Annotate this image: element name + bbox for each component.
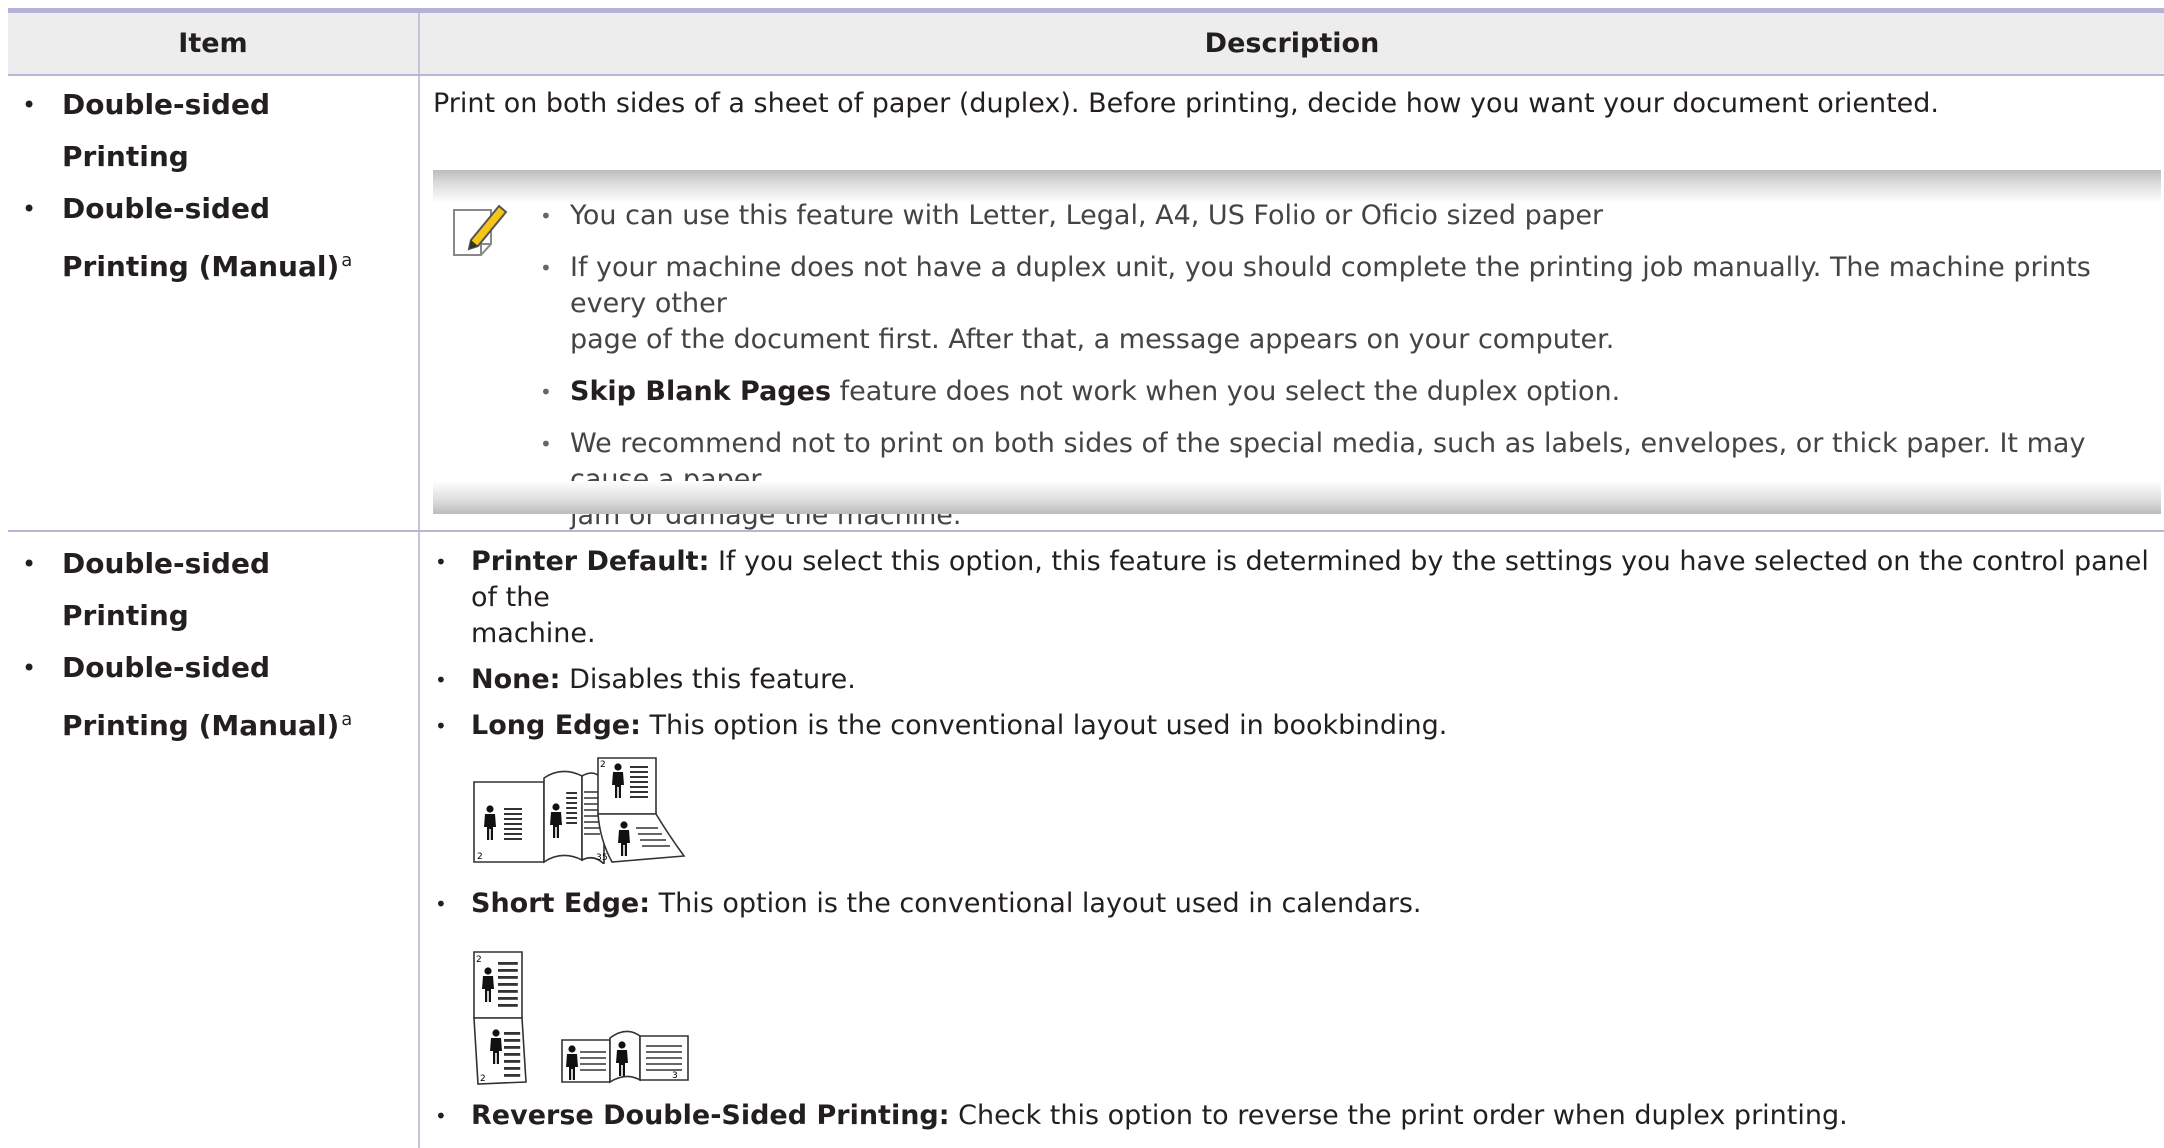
column-divider <box>418 13 420 1148</box>
short-edge-illustration: 2 2 3 <box>473 951 689 1085</box>
footnote-mark: a <box>341 250 353 271</box>
header-rule <box>8 74 2164 76</box>
svg-text:2: 2 <box>476 955 482 965</box>
long-edge-illustration: 2 3 2 5 <box>473 757 686 864</box>
long-edge-open-book-icon: 2 3 <box>473 770 605 864</box>
footnote-mark: a <box>341 709 353 730</box>
option-short-edge: Short Edge: This option is the conventio… <box>433 886 2153 922</box>
document-page: Item Description Double-sided Printing D… <box>0 0 2164 1148</box>
column-header-item: Item <box>8 13 418 74</box>
note-item: If your machine does not have a duplex u… <box>540 250 2160 358</box>
svg-text:5: 5 <box>602 853 608 863</box>
note-item: We recommend not to print on both sides … <box>540 426 2160 534</box>
duplex-options-list-end: Reverse Double-Sided Printing: Check thi… <box>433 1098 2153 1134</box>
duplex-intro-text: Print on both sides of a sheet of paper … <box>433 88 1939 119</box>
row2-item-list: Double-sided Printing Double-sided Print… <box>0 538 400 752</box>
option-printer-default: Printer Default: If you select this opti… <box>433 544 2153 652</box>
short-edge-open-book-icon: 3 <box>561 1030 689 1084</box>
option-none: None: Disables this feature. <box>433 662 2153 698</box>
row1-item-list: Double-sided Printing Double-sided Print… <box>0 79 400 293</box>
long-edge-flip-page-icon: 2 5 <box>597 757 686 863</box>
item-double-sided-printing: Double-sided Printing <box>0 79 400 183</box>
svg-text:2: 2 <box>600 760 606 770</box>
svg-text:3: 3 <box>672 1071 678 1081</box>
svg-text:2: 2 <box>477 852 483 862</box>
short-edge-calendar-flip-icon: 2 2 <box>473 951 527 1085</box>
pencil-note-icon <box>453 204 508 256</box>
option-long-edge: Long Edge: This option is the convention… <box>433 708 2153 744</box>
duplex-options-list-continued: Short Edge: This option is the conventio… <box>433 886 2153 922</box>
column-header-description: Description <box>420 13 2164 74</box>
item-double-sided-printing-manual: Double-sided Printing (Manual)a <box>0 642 400 752</box>
svg-text:2: 2 <box>480 1074 486 1084</box>
svg-text:3: 3 <box>596 853 602 863</box>
item-double-sided-printing-manual: Double-sided Printing (Manual)a <box>0 183 400 293</box>
note-item: You can use this feature with Letter, Le… <box>540 198 2160 234</box>
item-double-sided-printing: Double-sided Printing <box>0 538 400 642</box>
note-item: Skip Blank Pages feature does not work w… <box>540 374 2160 410</box>
duplex-options-list: Printer Default: If you select this opti… <box>433 544 2153 744</box>
note-bottom-bar <box>433 481 2161 514</box>
option-reverse-double-sided: Reverse Double-Sided Printing: Check thi… <box>433 1098 2153 1134</box>
